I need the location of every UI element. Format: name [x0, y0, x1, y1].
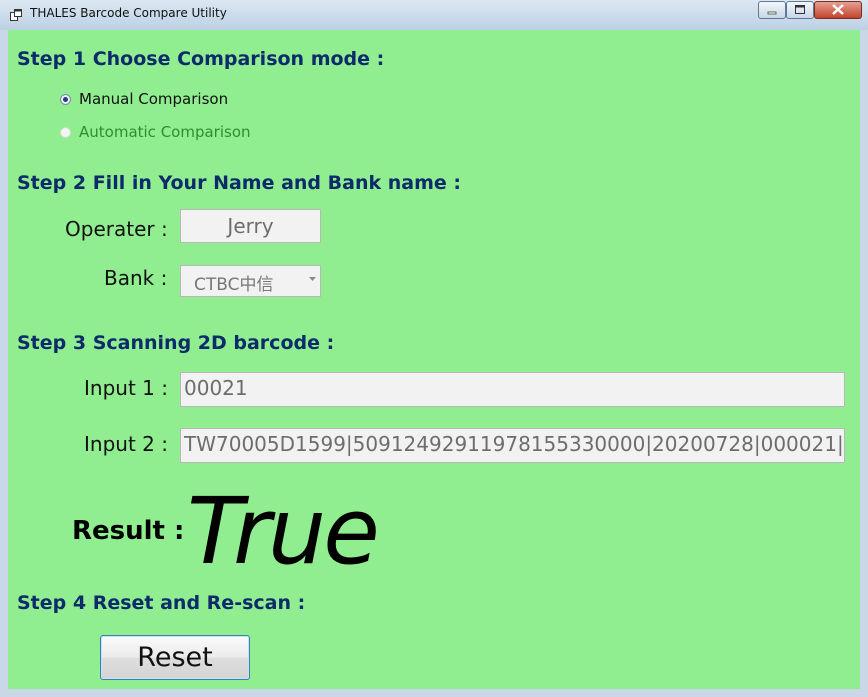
manual-comparison-label: Manual Comparison: [79, 90, 229, 108]
step4-title: Step 4 Reset and Re-scan :: [17, 592, 306, 614]
minimize-button[interactable]: [758, 1, 786, 19]
input2-field[interactable]: TW70005D1599|50912492911978155330000|202…: [180, 428, 845, 463]
minimize-icon: [767, 11, 777, 15]
step2-title: Step 2 Fill in Your Name and Bank name :: [17, 172, 461, 194]
bank-label: Bank :: [104, 266, 168, 290]
bank-select[interactable]: CTBC中信: [180, 265, 321, 297]
window-title: THALES Barcode Compare Utility: [30, 6, 227, 20]
step1-title: Step 1 Choose Comparison mode :: [17, 48, 385, 70]
app-window: THALES Barcode Compare Utility Step 1 Ch…: [0, 0, 868, 697]
result-label: Result :: [72, 516, 185, 546]
input2-label: Input 2 :: [84, 432, 168, 456]
result-value: True: [187, 478, 380, 585]
close-icon: [832, 4, 844, 15]
operator-field[interactable]: Jerry: [180, 209, 321, 243]
chevron-down-icon: [309, 277, 316, 281]
close-button[interactable]: [814, 1, 862, 19]
title-bar[interactable]: THALES Barcode Compare Utility: [0, 0, 868, 30]
bank-select-value: CTBC中信: [194, 275, 274, 295]
reset-button[interactable]: Reset: [100, 635, 250, 680]
operator-label: Operater :: [65, 217, 168, 241]
main-panel: Step 1 Choose Comparison mode : Manual C…: [8, 30, 860, 689]
manual-comparison-radio[interactable]: [60, 93, 71, 105]
app-icon: [10, 9, 22, 21]
input1-label: Input 1 :: [84, 376, 168, 400]
maximize-button[interactable]: [786, 1, 814, 19]
automatic-comparison-option: Automatic Comparison: [60, 122, 251, 142]
window-bottom-border: [0, 689, 868, 697]
automatic-comparison-radio: [60, 126, 71, 138]
manual-comparison-option[interactable]: Manual Comparison: [60, 89, 228, 109]
input1-field[interactable]: 00021: [180, 372, 845, 407]
automatic-comparison-label: Automatic Comparison: [79, 123, 251, 141]
step3-title: Step 3 Scanning 2D barcode :: [17, 332, 335, 354]
maximize-icon: [795, 5, 805, 14]
